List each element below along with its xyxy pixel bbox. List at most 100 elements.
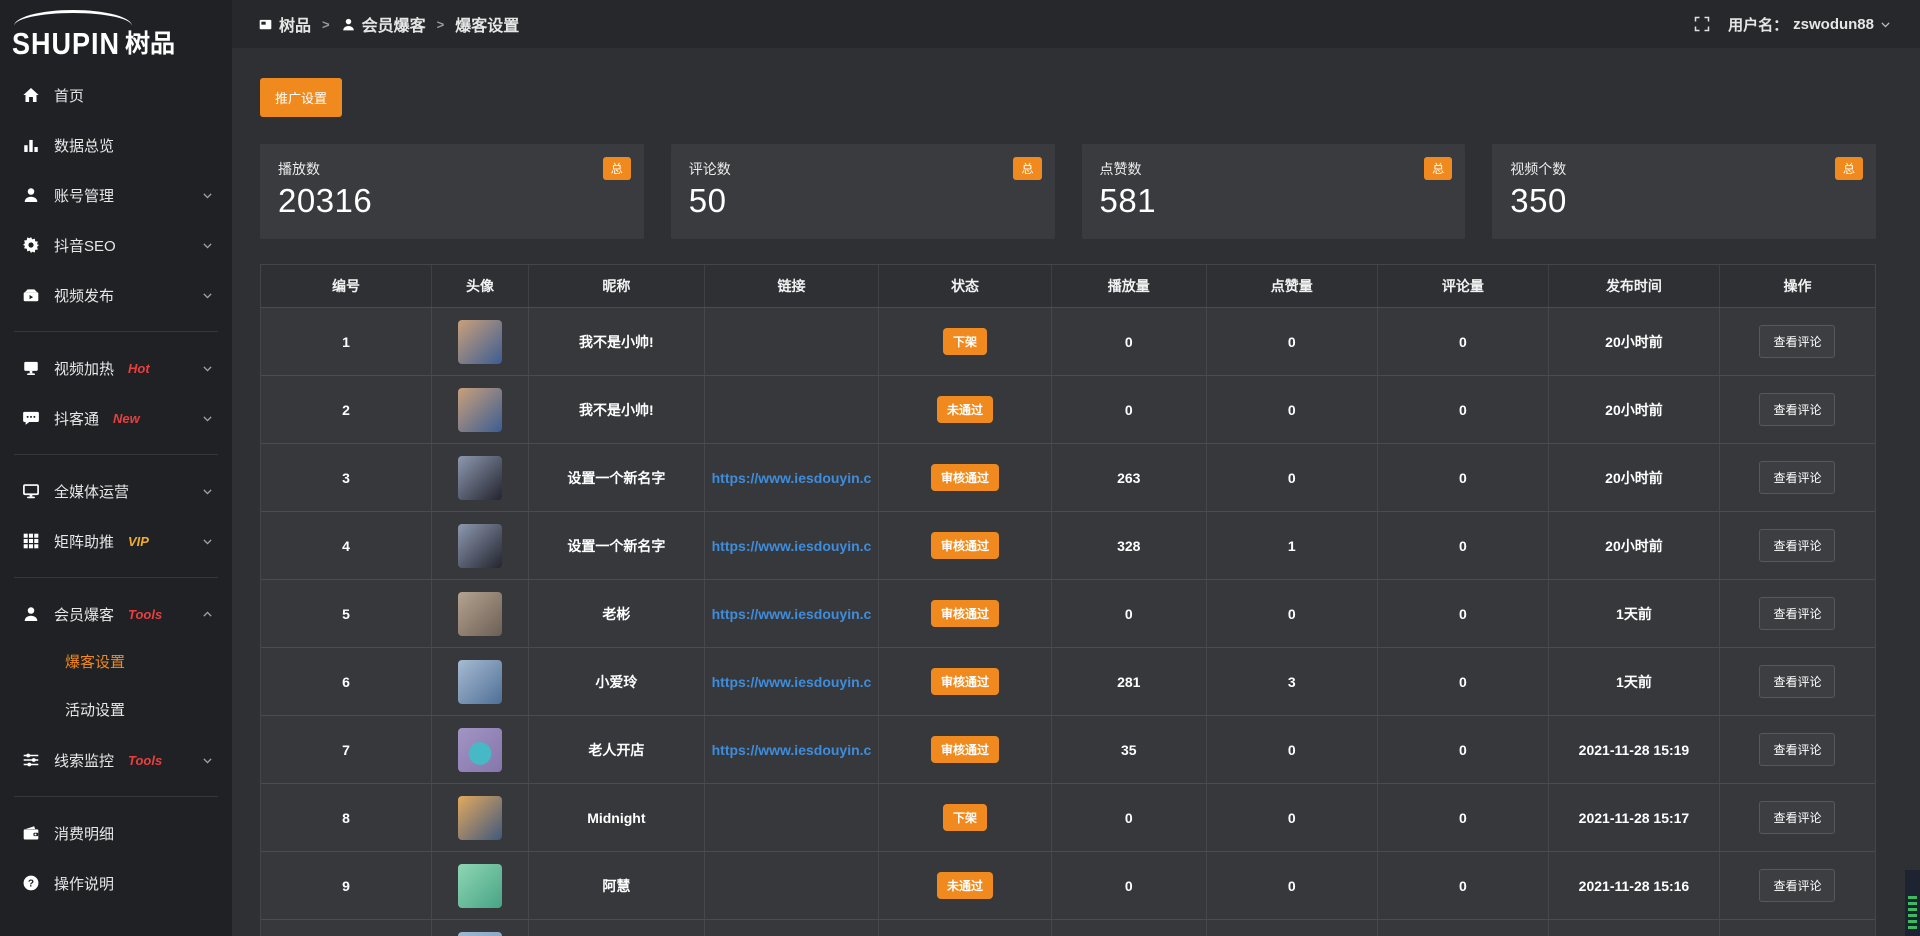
sidebar-item-label: 首页	[54, 85, 84, 106]
video-link[interactable]: https://www.iesdouyin.c	[712, 606, 872, 622]
chevron-down-icon	[201, 189, 214, 202]
column-header: 链接	[705, 265, 879, 307]
view-comments-button[interactable]: 查看评论	[1759, 665, 1835, 698]
fullscreen-icon[interactable]	[1694, 16, 1710, 32]
cell-nickname: Midnight	[529, 784, 705, 851]
breadcrumb-label: 树品	[279, 12, 311, 36]
table-row: 5 老彬 https://www.iesdouyin.c 审核通过 0 0 0 …	[261, 579, 1875, 647]
cell-avatar	[432, 308, 529, 375]
sidebar-divider	[14, 577, 218, 578]
promo-settings-button[interactable]: 推广设置	[260, 78, 342, 117]
table-row: 3 设置一个新名字 https://www.iesdouyin.c 审核通过 2…	[261, 443, 1875, 511]
sidebar-item-consumption-details[interactable]: 消费明细	[0, 808, 232, 858]
column-header: 评论量	[1378, 265, 1549, 307]
avatar	[458, 864, 502, 908]
status-badge: 未通过	[937, 396, 993, 423]
avatar	[458, 524, 502, 568]
sidebar-item-label: 矩阵助推	[54, 531, 114, 552]
cell-comments: 0	[1378, 444, 1549, 511]
sidebar-item-matrix-boost[interactable]: 矩阵助推 VIP	[0, 516, 232, 566]
view-comments-button[interactable]: 查看评论	[1759, 393, 1835, 426]
view-comments-button[interactable]: 查看评论	[1759, 461, 1835, 494]
sidebar-item-account-management[interactable]: 账号管理	[0, 170, 232, 220]
cell-status: 审核通过	[879, 444, 1052, 511]
logo[interactable]: SHUPIN 树品	[0, 8, 232, 60]
cell-likes: 0	[1207, 784, 1378, 851]
table-row	[261, 919, 1875, 936]
username-prefix: 用户名：	[1728, 14, 1788, 35]
sidebar-item-home[interactable]: 首页	[0, 70, 232, 120]
chevron-down-icon	[201, 239, 214, 252]
status-badge: 审核通过	[931, 600, 999, 627]
cell-plays: 0	[1052, 784, 1207, 851]
cell-status: 下架	[879, 308, 1052, 375]
table-body: 1 我不是小帅! 下架 0 0 0 20小时前 查看评论 2 我不是小帅! 未通…	[261, 307, 1875, 936]
cell-actions: 查看评论	[1720, 376, 1875, 443]
sidebar-item-douyin-seo[interactable]: 抖音SEO	[0, 220, 232, 270]
sidebar-subitem-baoke-settings[interactable]: 爆客设置	[0, 639, 232, 687]
sidebar-divider	[14, 796, 218, 797]
stat-cards: 播放数 20316 总 评论数 50 总 点赞数 581 总 视频个数 350 …	[260, 144, 1876, 239]
chevron-down-icon	[1879, 18, 1892, 31]
view-comments-button[interactable]: 查看评论	[1759, 801, 1835, 834]
cell-status: 下架	[879, 784, 1052, 851]
sidebar-item-clue-monitor[interactable]: 线索监控 Tools	[0, 735, 232, 785]
cell-link: https://www.iesdouyin.c	[705, 444, 879, 511]
cell-nickname	[529, 920, 705, 936]
cell-publish-time: 20小时前	[1549, 444, 1720, 511]
view-comments-button[interactable]: 查看评论	[1759, 325, 1835, 358]
cell-plays: 0	[1052, 852, 1207, 919]
cell-nickname: 我不是小帅!	[529, 308, 705, 375]
chevron-down-icon	[201, 485, 214, 498]
avatar	[458, 388, 502, 432]
cell-actions	[1720, 920, 1875, 936]
sidebar-item-video-heating[interactable]: 视频加热 Hot	[0, 343, 232, 393]
sidebar-item-tag: New	[113, 411, 140, 426]
cell-plays: 263	[1052, 444, 1207, 511]
page-scrollbar[interactable]	[1905, 870, 1920, 936]
sidebar-item-video-publish[interactable]: 视频发布	[0, 270, 232, 320]
cell-avatar	[432, 376, 529, 443]
cell-likes	[1207, 920, 1378, 936]
view-comments-button[interactable]: 查看评论	[1759, 529, 1835, 562]
breadcrumb-item[interactable]: 树品	[258, 12, 311, 36]
cell-avatar	[432, 852, 529, 919]
breadcrumb-item[interactable]: 会员爆客	[341, 12, 426, 36]
cell-plays: 0	[1052, 376, 1207, 443]
cell-nickname: 设置一个新名字	[529, 512, 705, 579]
cell-status: 审核通过	[879, 512, 1052, 579]
video-link[interactable]: https://www.iesdouyin.c	[712, 674, 872, 690]
cell-likes: 0	[1207, 308, 1378, 375]
cell-likes: 1	[1207, 512, 1378, 579]
video-link[interactable]: https://www.iesdouyin.c	[712, 470, 872, 486]
sidebar-item-douketong[interactable]: 抖客通 New	[0, 393, 232, 443]
cell-link	[705, 852, 879, 919]
table-row: 7 老人开店 https://www.iesdouyin.c 审核通过 35 0…	[261, 715, 1875, 783]
sidebar-item-operation-guide[interactable]: ? 操作说明	[0, 858, 232, 908]
breadcrumb-item[interactable]: 爆客设置	[455, 12, 519, 36]
sidebar-item-label: 视频发布	[54, 285, 114, 306]
avatar	[458, 728, 502, 772]
cell-status: 未通过	[879, 376, 1052, 443]
video-link[interactable]: https://www.iesdouyin.c	[712, 742, 872, 758]
status-badge: 审核通过	[931, 736, 999, 763]
view-comments-button[interactable]: 查看评论	[1759, 597, 1835, 630]
stat-card-total-badge: 总	[1013, 157, 1041, 180]
user-menu[interactable]: 用户名：zswodun88	[1728, 14, 1892, 35]
view-comments-button[interactable]: 查看评论	[1759, 869, 1835, 902]
cell-likes: 0	[1207, 580, 1378, 647]
view-comments-button[interactable]: 查看评论	[1759, 733, 1835, 766]
sidebar-item-label: 线索监控	[54, 750, 114, 771]
avatar	[458, 320, 502, 364]
cell-actions: 查看评论	[1720, 512, 1875, 579]
breadcrumb: 树品>会员爆客>爆客设置	[258, 12, 519, 36]
sidebar-subitem-activity-settings[interactable]: 活动设置	[0, 687, 232, 735]
cell-publish-time: 1天前	[1549, 580, 1720, 647]
sidebar-item-member-baoke[interactable]: 会员爆客 Tools	[0, 589, 232, 639]
sidebar-item-data-overview[interactable]: 数据总览	[0, 120, 232, 170]
cell-comments: 0	[1378, 852, 1549, 919]
stat-card-label: 播放数	[278, 159, 626, 179]
video-link[interactable]: https://www.iesdouyin.c	[712, 538, 872, 554]
sidebar-item-omni-media[interactable]: 全媒体运营	[0, 466, 232, 516]
table-row: 9 阿慧 未通过 0 0 0 2021-11-28 15:16 查看评论	[261, 851, 1875, 919]
